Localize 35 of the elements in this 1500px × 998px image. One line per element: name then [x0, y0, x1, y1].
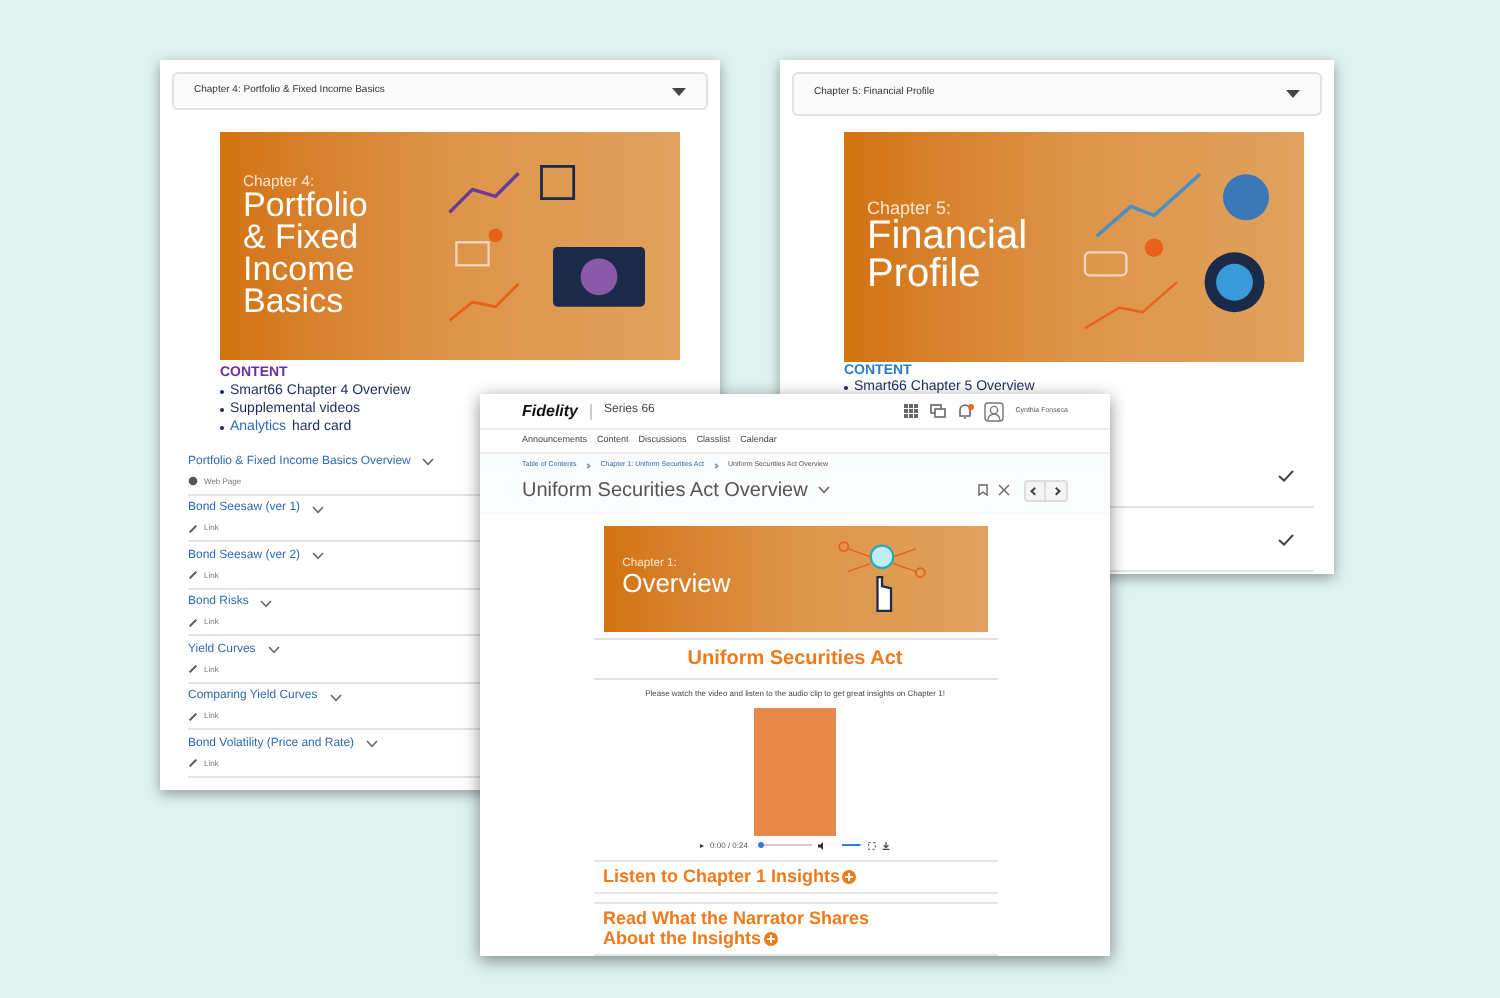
- caret-icon: [817, 486, 830, 494]
- caret-icon: [312, 505, 325, 514]
- brand-logo[interactable]: Fidelity: [522, 399, 579, 424]
- chevron-icon: [713, 462, 719, 469]
- caret-icon: [366, 740, 379, 749]
- bell-icon[interactable]: [957, 403, 972, 420]
- fullscreen-icon[interactable]: [867, 841, 876, 849]
- banner-title: Basics: [243, 285, 346, 319]
- chat-icon[interactable]: [929, 404, 946, 419]
- volume-icon[interactable]: [817, 841, 826, 849]
- section-heading: Uniform Securities Act: [687, 645, 903, 673]
- dropdown-icon: [1286, 90, 1300, 98]
- banner-title: Profile: [867, 256, 983, 294]
- banner-title: Financial: [867, 218, 1030, 256]
- chevron-icon: [585, 462, 592, 469]
- grid-icon[interactable]: [903, 404, 918, 419]
- plus-circle-icon: [763, 931, 777, 946]
- banner-title: Income: [243, 253, 357, 286]
- previous-button[interactable]: [1026, 481, 1046, 499]
- caret-icon: [267, 646, 280, 655]
- download-icon[interactable]: [881, 841, 890, 849]
- page-title: Uniform Securities Act Overview: [522, 477, 808, 505]
- caret-icon: [422, 458, 435, 467]
- banner-title: Portfolio: [243, 189, 370, 222]
- bookmark-icon[interactable]: [978, 484, 988, 496]
- banner-title: & Fixed: [243, 221, 361, 254]
- caret-icon: [329, 693, 342, 702]
- avatar-icon[interactable]: [983, 401, 1004, 422]
- banner-eyebrow: Chapter 5:: [867, 200, 954, 218]
- caret-icon: [312, 552, 325, 561]
- banner-title: Overview: [622, 571, 733, 597]
- seek-thumb[interactable]: [757, 842, 764, 848]
- caret-icon: [260, 599, 273, 608]
- dropdown-icon: [672, 87, 686, 95]
- plus-circle-icon: [842, 869, 857, 884]
